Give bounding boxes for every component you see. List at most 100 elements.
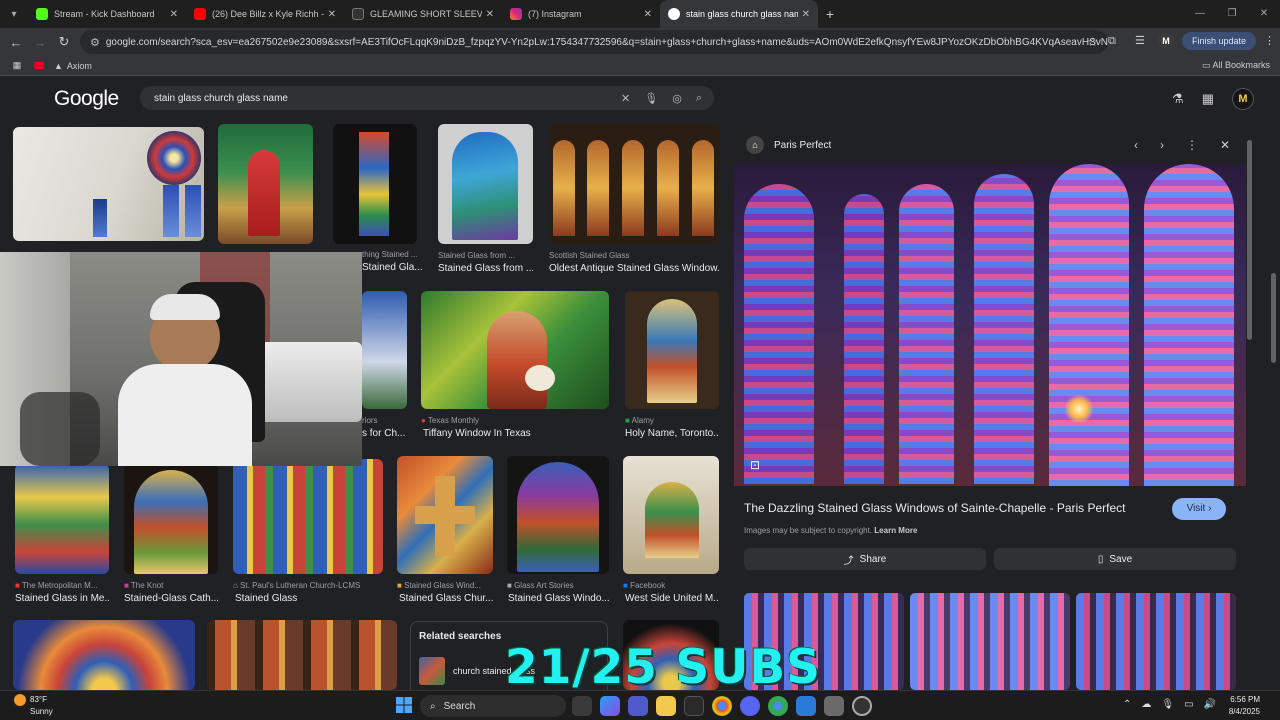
result-card[interactable]: ■ Glass Art Stories Stained Glass Windo.…: [507, 456, 609, 606]
result-image[interactable]: [124, 464, 218, 574]
result-card[interactable]: [13, 620, 195, 690]
profile-avatar[interactable]: M: [1157, 33, 1174, 49]
bookmark-axiom[interactable]: ▲ Axiom: [54, 61, 92, 71]
copilot-icon[interactable]: [600, 696, 620, 716]
result-image[interactable]: [333, 124, 417, 244]
cloud-icon[interactable]: ☁: [1141, 699, 1151, 710]
account-avatar[interactable]: M: [1232, 88, 1254, 110]
prev-icon[interactable]: ‹: [1134, 138, 1138, 152]
result-caption[interactable]: Tiffany Window In Texas: [423, 428, 609, 439]
page-scrollbar[interactable]: [1268, 123, 1278, 690]
result-image[interactable]: [233, 459, 383, 574]
panel-scrollbar[interactable]: [1246, 130, 1254, 675]
lens-icon[interactable]: ◎: [672, 92, 682, 105]
result-caption[interactable]: Oldest Antique Stained Glass Window...: [549, 263, 719, 274]
store-icon[interactable]: [684, 696, 704, 716]
lens-search-icon[interactable]: ⊡: [750, 458, 760, 472]
result-caption[interactable]: Stained Gla...: [362, 262, 422, 273]
result-image[interactable]: [207, 620, 397, 690]
obs-icon[interactable]: [852, 696, 872, 716]
result-caption[interactable]: Stained-Glass Cath...: [124, 593, 218, 604]
tab-google-search[interactable]: stain glass church glass name - ✕: [660, 0, 818, 28]
result-image[interactable]: [362, 291, 407, 409]
close-window-button[interactable]: ✕: [1248, 0, 1280, 28]
save-button[interactable]: ▯ Save: [994, 548, 1236, 570]
teams-icon[interactable]: [628, 696, 648, 716]
result-card[interactable]: [218, 124, 313, 267]
clear-icon[interactable]: ✕: [621, 92, 630, 105]
tab-search-button[interactable]: ▾: [0, 0, 28, 28]
result-image[interactable]: [549, 124, 719, 244]
tab-kick[interactable]: Stream - Kick Dashboard ✕: [28, 0, 186, 28]
scrollbar-thumb[interactable]: [1271, 273, 1276, 363]
tab-instagram[interactable]: (7) Instagram ✕: [502, 0, 660, 28]
result-caption[interactable]: Stained Glass Chur...: [399, 593, 493, 604]
mic-icon[interactable]: 🎙: [1161, 699, 1174, 710]
result-card[interactable]: thing Stained ... Stained Gla...: [362, 250, 422, 274]
mic-icon[interactable]: 🎙: [644, 92, 658, 105]
result-card[interactable]: riors s for Ch...: [362, 291, 407, 439]
result-image[interactable]: [623, 456, 719, 574]
result-card[interactable]: Stained Glass from ... Stained Glass fro…: [438, 124, 533, 274]
bookmark-youtube[interactable]: [34, 62, 44, 69]
result-caption[interactable]: Stained Glass Windo...: [508, 593, 609, 604]
close-icon[interactable]: ✕: [328, 9, 336, 20]
bookmark-star-icon[interactable]: ☆: [1087, 35, 1098, 49]
all-bookmarks[interactable]: ▭ All Bookmarks: [1202, 60, 1270, 71]
panel-source[interactable]: Paris Perfect: [774, 140, 831, 151]
new-tab-button[interactable]: +: [818, 6, 842, 22]
scrollbar-thumb[interactable]: [1247, 140, 1252, 340]
related-image[interactable]: [910, 593, 1070, 690]
labs-flask-icon[interactable]: ⚗: [1172, 91, 1184, 107]
result-image[interactable]: [397, 456, 493, 574]
reading-list-icon[interactable]: ☰: [1130, 31, 1150, 51]
minimize-button[interactable]: —: [1184, 0, 1216, 28]
volume-icon[interactable]: 🔊: [1204, 699, 1216, 710]
result-card[interactable]: ■ Facebook West Side United M...: [623, 456, 719, 606]
search-icon[interactable]: ⌕: [696, 92, 702, 105]
notepad-icon[interactable]: [796, 696, 816, 716]
taskbar-search[interactable]: ⌕ Search: [420, 695, 566, 717]
result-caption[interactable]: Holy Name, Toronto...: [625, 428, 719, 439]
back-button[interactable]: ←: [4, 35, 28, 50]
close-icon[interactable]: ✕: [802, 9, 810, 20]
more-icon[interactable]: ⋮: [1186, 138, 1198, 152]
result-card[interactable]: ■ The Knot Stained-Glass Cath...: [124, 464, 218, 606]
extensions-icon[interactable]: ⧉: [1102, 31, 1122, 51]
result-card[interactable]: [333, 124, 417, 267]
result-card[interactable]: ⌂ St. Paul's Lutheran Church-LCMS Staine…: [233, 459, 383, 606]
clock[interactable]: 6:56 PM 8/4/2025: [1229, 694, 1260, 718]
calculator-icon[interactable]: [824, 696, 844, 716]
result-card[interactable]: [207, 620, 397, 690]
result-caption[interactable]: Stained Glass from ...: [438, 263, 533, 274]
tab-youtube[interactable]: (26) Dee Billz x Kyle Richh - Tap ✕: [186, 0, 344, 28]
google-logo[interactable]: Google: [54, 87, 119, 111]
windows-start-icon[interactable]: [396, 697, 412, 713]
result-caption[interactable]: Stained Glass: [235, 593, 383, 604]
result-image[interactable]: [13, 127, 204, 241]
result-caption[interactable]: s for Ch...: [362, 428, 407, 439]
close-icon[interactable]: ✕: [170, 9, 178, 20]
site-info-icon[interactable]: ⚙: [90, 36, 100, 49]
result-image[interactable]: [438, 124, 533, 244]
preview-image[interactable]: ⊡: [734, 164, 1246, 486]
task-view-icon[interactable]: [572, 696, 592, 716]
preview-title[interactable]: The Dazzling Stained Glass Windows of Sa…: [744, 501, 1126, 515]
share-button[interactable]: ⤴ Share: [744, 548, 986, 570]
result-card[interactable]: [13, 127, 204, 267]
maximize-button[interactable]: ❐: [1216, 0, 1248, 28]
forward-button[interactable]: →: [28, 35, 52, 50]
tab-gleaming[interactable]: GLEAMING SHORT SLEEVE - W ✕: [344, 0, 502, 28]
close-icon[interactable]: ✕: [1220, 138, 1230, 152]
learn-more-link[interactable]: Learn More: [874, 526, 917, 535]
result-image[interactable]: [507, 456, 609, 574]
result-card[interactable]: ■ The Metropolitan M... Stained Glass in…: [15, 464, 109, 606]
related-image[interactable]: [1076, 593, 1236, 690]
weather-widget[interactable]: 83°F Sunny: [14, 694, 53, 717]
result-card[interactable]: ■ Alamy Holy Name, Toronto...: [625, 291, 719, 439]
result-card[interactable]: ■ Stained Glass Wind... Stained Glass Ch…: [397, 456, 493, 606]
display-icon[interactable]: ▭: [1184, 699, 1193, 710]
result-caption[interactable]: West Side United M...: [625, 593, 719, 604]
search-box[interactable]: stain glass church glass name ✕ 🎙 ◎ ⌕: [140, 86, 714, 110]
discord-icon[interactable]: [740, 696, 760, 716]
